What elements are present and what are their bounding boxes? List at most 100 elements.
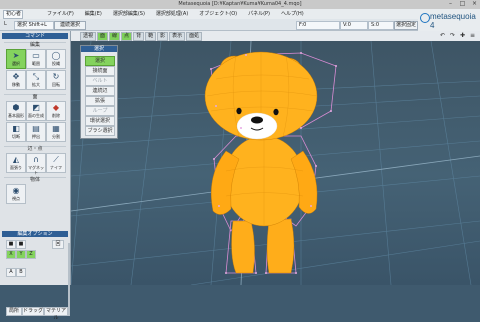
command-options-bar: L 選択 Shift+L 連続選択 F:0 V:0 S:0 選択固定	[0, 19, 418, 31]
tool-scale[interactable]: ⤡ 拡大	[26, 70, 46, 90]
maximize-icon[interactable]: □	[459, 1, 466, 7]
select-item-edge-loop[interactable]: 連続辺	[85, 86, 115, 96]
tool-rotate[interactable]: ↻ 回転	[46, 70, 66, 90]
select-mode-field[interactable]: 選択 Shift+L	[14, 21, 54, 30]
extrude-icon: ▤	[32, 124, 40, 133]
view-edge-button[interactable]: 線	[109, 32, 121, 41]
knife-icon: ⟋	[53, 155, 59, 164]
menu-panel[interactable]: パネル(P)	[245, 9, 273, 19]
group-face-label: 面	[4, 94, 66, 100]
select-item-ring[interactable]: 環状選択	[85, 116, 115, 126]
tool-select[interactable]: ➤ 選択	[6, 49, 26, 69]
view-range-button[interactable]: 範	[145, 32, 157, 41]
material-button[interactable]: マテリアル	[44, 307, 68, 321]
select-item-belt[interactable]: ベルト	[85, 76, 115, 86]
tool-move[interactable]: ✥ 移動	[6, 70, 26, 90]
tool-label: 選択	[12, 61, 20, 66]
view-shadow-button[interactable]: 影	[157, 32, 169, 41]
view-perspective-button[interactable]: 透視	[80, 32, 97, 41]
tool-label: マグネット	[28, 165, 44, 175]
select-item-expand[interactable]: 拡張	[85, 96, 115, 106]
3d-viewport[interactable]	[71, 41, 480, 285]
view-face-process-button[interactable]: 面処	[186, 32, 203, 41]
command-panel: コマンド 編集 ➤ 選択 ▭ 範囲 ◯ 投縄 ✥ 移動 ⤡ 拡大 ↻ 回転 面 …	[0, 31, 71, 321]
bear-leg	[231, 220, 255, 274]
tool-label: 分割	[52, 134, 60, 139]
select-fix-button[interactable]: 選択固定	[394, 21, 418, 30]
group-object-label: 物体	[4, 177, 66, 183]
view-display-button[interactable]: 表示	[169, 32, 186, 41]
axis-x-button[interactable]: X	[6, 250, 16, 259]
scale-icon: ⤡	[32, 72, 40, 81]
viewport-icons: ↶ ↷ ✚ ≡	[439, 32, 476, 39]
axis-y-button[interactable]: Y	[16, 250, 26, 259]
fill-icon: ◭	[12, 155, 20, 164]
delete-icon: ◆	[52, 103, 60, 112]
select-item-loop[interactable]: ループ	[85, 106, 115, 116]
coord-y-field[interactable]: V:0	[340, 21, 368, 30]
close-icon[interactable]: ×	[471, 1, 478, 7]
option-button[interactable]: A	[6, 268, 16, 277]
tool-magnet[interactable]: ∩ マグネット	[26, 153, 46, 175]
select-item-connected[interactable]: 接続面	[85, 66, 115, 76]
rect-icon: ▭	[32, 51, 40, 60]
tool-create-face[interactable]: ◩ 面の生成	[26, 101, 46, 121]
view-vertex-button[interactable]: 点	[121, 32, 133, 41]
option-button[interactable]: 回	[52, 240, 64, 249]
command-panel-header: コマンド	[2, 33, 68, 39]
brand-name: metasequoia 4	[430, 12, 476, 30]
menu-icon[interactable]: ≡	[469, 32, 476, 39]
bear-nose	[251, 116, 263, 124]
panel-scrollbar[interactable]	[68, 243, 70, 316]
coord-z-field[interactable]: S:0	[368, 21, 394, 30]
continuous-select-button[interactable]: 連続選択	[54, 21, 86, 30]
menu-help[interactable]: ヘルプ(H)	[278, 9, 307, 19]
select-panel: 選択 選択 接続面 ベルト 連続辺 拡張 ループ 環状選択 ブラシ選択	[80, 45, 118, 139]
lasso-icon: ◯	[51, 51, 61, 60]
brand-logo: metasequoia 4	[418, 9, 480, 31]
drag-button[interactable]: ドラッグ	[22, 307, 44, 316]
split-icon: ▦	[52, 124, 60, 133]
menu-selection-edit[interactable]: 選択部編集(S)	[110, 9, 148, 19]
tool-knife[interactable]: ⟋ ナイフ	[46, 153, 66, 173]
tool-delete[interactable]: ◆ 削除	[46, 101, 66, 121]
option-button[interactable]: ■	[6, 240, 16, 249]
axis-z-button[interactable]: Z	[26, 250, 36, 259]
window-title: Metasequoia [D:¥Kaptan¥Kuma¥Kuma04_4.mqo…	[178, 1, 302, 7]
tool-label: 押出	[32, 134, 40, 139]
tool-split[interactable]: ▦ 分割	[46, 122, 66, 142]
move-icon: ✥	[12, 72, 20, 81]
viewport-grid	[71, 41, 480, 285]
minimize-icon[interactable]: –	[447, 1, 454, 7]
tool-label: 削除	[52, 113, 60, 118]
menu-edit[interactable]: 編集(E)	[82, 9, 105, 19]
option-button[interactable]: B	[16, 268, 26, 277]
tool-label: 基本図形	[8, 113, 24, 118]
menu-selection-process[interactable]: 選択部処理(A)	[153, 9, 191, 19]
coord-x-field[interactable]: F:0	[296, 21, 340, 30]
local-button[interactable]: 局所	[6, 307, 22, 316]
zoom-icon[interactable]: ✚	[459, 32, 466, 39]
select-item-brush[interactable]: ブラシ選択	[85, 126, 115, 136]
option-button[interactable]: ■	[16, 240, 26, 249]
tool-rect-select[interactable]: ▭ 範囲	[26, 49, 46, 69]
tool-label: 切断	[12, 134, 20, 139]
menu-object[interactable]: オブジェクト(O)	[196, 9, 240, 19]
tool-lasso[interactable]: ◯ 投縄	[46, 49, 66, 69]
menu-file[interactable]: ファイル(F)	[44, 9, 77, 19]
tool-cut[interactable]: ◧ 切断	[6, 122, 26, 142]
tool-fill-face[interactable]: ◭ 面張り	[6, 153, 26, 173]
redo-icon[interactable]: ↷	[449, 32, 456, 39]
tool-viewpoint[interactable]: ◉ 視点	[6, 184, 26, 204]
view-back-button[interactable]: 背	[133, 32, 145, 41]
bear-eye	[273, 108, 279, 116]
mode-dropdown[interactable]: 初心者	[3, 10, 23, 19]
select-item-select[interactable]: 選択	[85, 56, 115, 66]
undo-icon[interactable]: ↶	[439, 32, 446, 39]
bear-model	[204, 51, 337, 274]
tool-primitive[interactable]: ⬢ 基本図形	[6, 101, 26, 121]
view-buttons: 透視 面 線 点 背 範 影 表示 面処	[80, 32, 203, 41]
view-face-button[interactable]: 面	[97, 32, 109, 41]
tool-label: 回転	[52, 82, 60, 87]
tool-extrude[interactable]: ▤ 押出	[26, 122, 46, 142]
